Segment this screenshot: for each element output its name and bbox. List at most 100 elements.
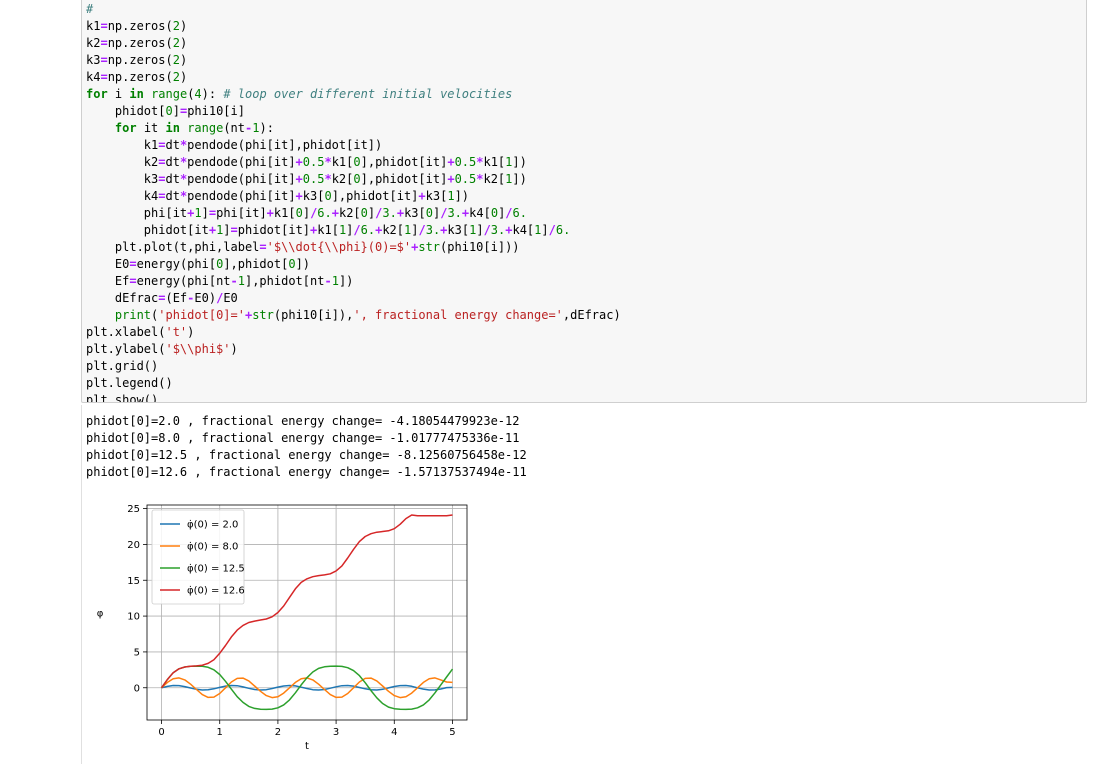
code-line: k3=dt*pendode(phi[it]+0.5*k2[0],phidot[i… (86, 171, 621, 188)
code-line: print('phidot[0]='+str(phi10[i]),', frac… (86, 307, 621, 324)
code-token: = (100, 19, 108, 33)
code-token: 2 (172, 36, 180, 50)
code-token: energy(phi[nt (136, 274, 231, 288)
code-line: phi[it+1]=phi[it]+k1[0]/6.+k2[0]/3.+k3[0… (86, 205, 621, 222)
code-line: plt.legend() (86, 375, 621, 392)
code-token: ] (302, 206, 311, 220)
code-token: 1 (331, 274, 339, 288)
code-token: 3. (490, 223, 506, 237)
code-token: plt.plot(t,phi,label (86, 240, 260, 254)
code-token: + (396, 206, 405, 220)
code-token: 3. (425, 223, 441, 237)
code-token: + (447, 172, 455, 186)
y-tick-label: 20 (127, 540, 140, 551)
code-token: * (324, 172, 332, 186)
code-line: plt.grid() (86, 358, 621, 375)
code-token: ],phidot[nt (244, 274, 325, 288)
code-token: in (165, 121, 180, 135)
code-token: 1 (447, 189, 455, 203)
stdout-text: phidot[0]=2.0 , fractional energy change… (86, 413, 527, 481)
code-token: 6. (317, 206, 332, 220)
code-token: str (252, 308, 274, 322)
code-token: k3[ (302, 189, 325, 203)
code-token: dEfrac (86, 291, 159, 305)
code-token: phi[it (86, 206, 188, 220)
code-token: (Ef (165, 291, 188, 305)
code-token: 0.5 (454, 172, 477, 186)
code-token: ],phidot[ (223, 257, 289, 271)
code-token: (phi10[i]), (273, 308, 354, 322)
code-token: 1 (194, 206, 202, 220)
code-token: 2 (172, 19, 180, 33)
code-token: ]) (512, 155, 527, 169)
code-token: + (447, 155, 455, 169)
code-token: + (331, 206, 339, 220)
code-token: pendode(phi[it] (187, 189, 296, 203)
code-token: = (100, 53, 108, 67)
code-token: energy(phi[ (136, 257, 217, 271)
code-token: i (107, 87, 130, 101)
code-token: + (208, 223, 217, 237)
code-token: range (187, 121, 224, 135)
code-token: 0.5 (454, 155, 477, 169)
code-token: np.zeros( (107, 70, 173, 84)
code-token: k2[ (331, 172, 354, 186)
code-token: 0 (295, 206, 303, 220)
code-token: print (114, 308, 152, 322)
legend-entry: φ̇(0) = 8.0 (187, 541, 238, 553)
code-cell-input[interactable]: # k1=np.zeros(2) k2=np.zeros(2) k3=np.zeros… (81, 0, 1087, 403)
x-tick-label: 0 (158, 727, 164, 738)
code-token: k2[ (382, 223, 405, 237)
code-token: # (86, 2, 94, 16)
code-token: pendode(phi[it] (187, 172, 296, 186)
stdout-line: phidot[0]=12.6 , fractional energy chang… (86, 465, 527, 479)
code-token: '$\\dot{\\phi}(0)=$' (266, 240, 412, 254)
code-token: 6. (512, 206, 527, 220)
code-line: # (86, 1, 621, 18)
x-tick-label: 5 (449, 727, 455, 738)
code-token: ) (179, 70, 188, 84)
code-token: / (353, 223, 361, 237)
legend-entry: φ̇(0) = 2.0 (187, 519, 238, 531)
code-token: k1[ (273, 206, 296, 220)
code-token: for (114, 121, 137, 135)
code-token: 0 (490, 206, 499, 220)
code-editor[interactable]: # k1=np.zeros(2) k2=np.zeros(2) k3=np.zeros… (86, 1, 621, 403)
code-token: for (86, 87, 108, 101)
x-tick-label: 4 (391, 727, 397, 738)
code-token: it (136, 121, 166, 135)
code-token: np.zeros( (107, 19, 173, 33)
code-token: phidot[it (86, 223, 209, 237)
code-token: 0.5 (302, 172, 325, 186)
legend-entry: φ̇(0) = 12.6 (187, 585, 245, 597)
code-token: 4 (194, 87, 202, 101)
code-token: ) (179, 36, 188, 50)
code-token: plt.show() (86, 393, 159, 403)
code-token: ],phidot[it] (331, 189, 419, 203)
code-token: k1 (86, 19, 101, 33)
code-token: phidot[ (86, 104, 166, 118)
x-axis-label: t (305, 741, 309, 752)
code-token: E0 (86, 257, 130, 271)
code-token: plt.grid() (86, 359, 159, 373)
code-token: pendode(phi[it] (187, 155, 296, 169)
code-token: Ef (86, 274, 130, 288)
code-line: k2=np.zeros(2) (86, 35, 621, 52)
code-token: ]) (454, 189, 470, 203)
code-token: ,dEfrac) (562, 308, 621, 322)
code-token: 2 (172, 70, 180, 84)
code-token: ] (201, 206, 209, 220)
code-line: phidot[it+1]=phidot[it]+k1[1]/6.+k2[1]/3… (86, 222, 621, 239)
code-token: 0 (288, 257, 296, 271)
code-line: k3=np.zeros(2) (86, 52, 621, 69)
code-token: = (208, 206, 217, 220)
code-token: 6. (360, 223, 376, 237)
code-line: E0=energy(phi[0],phidot[0]) (86, 256, 621, 273)
code-token: 3. (447, 206, 462, 220)
code-token: in (129, 87, 144, 101)
stdout-line: phidot[0]=12.5 , fractional energy chang… (86, 448, 527, 462)
code-line: Ef=energy(phi[nt-1],phidot[nt-1]) (86, 273, 621, 290)
